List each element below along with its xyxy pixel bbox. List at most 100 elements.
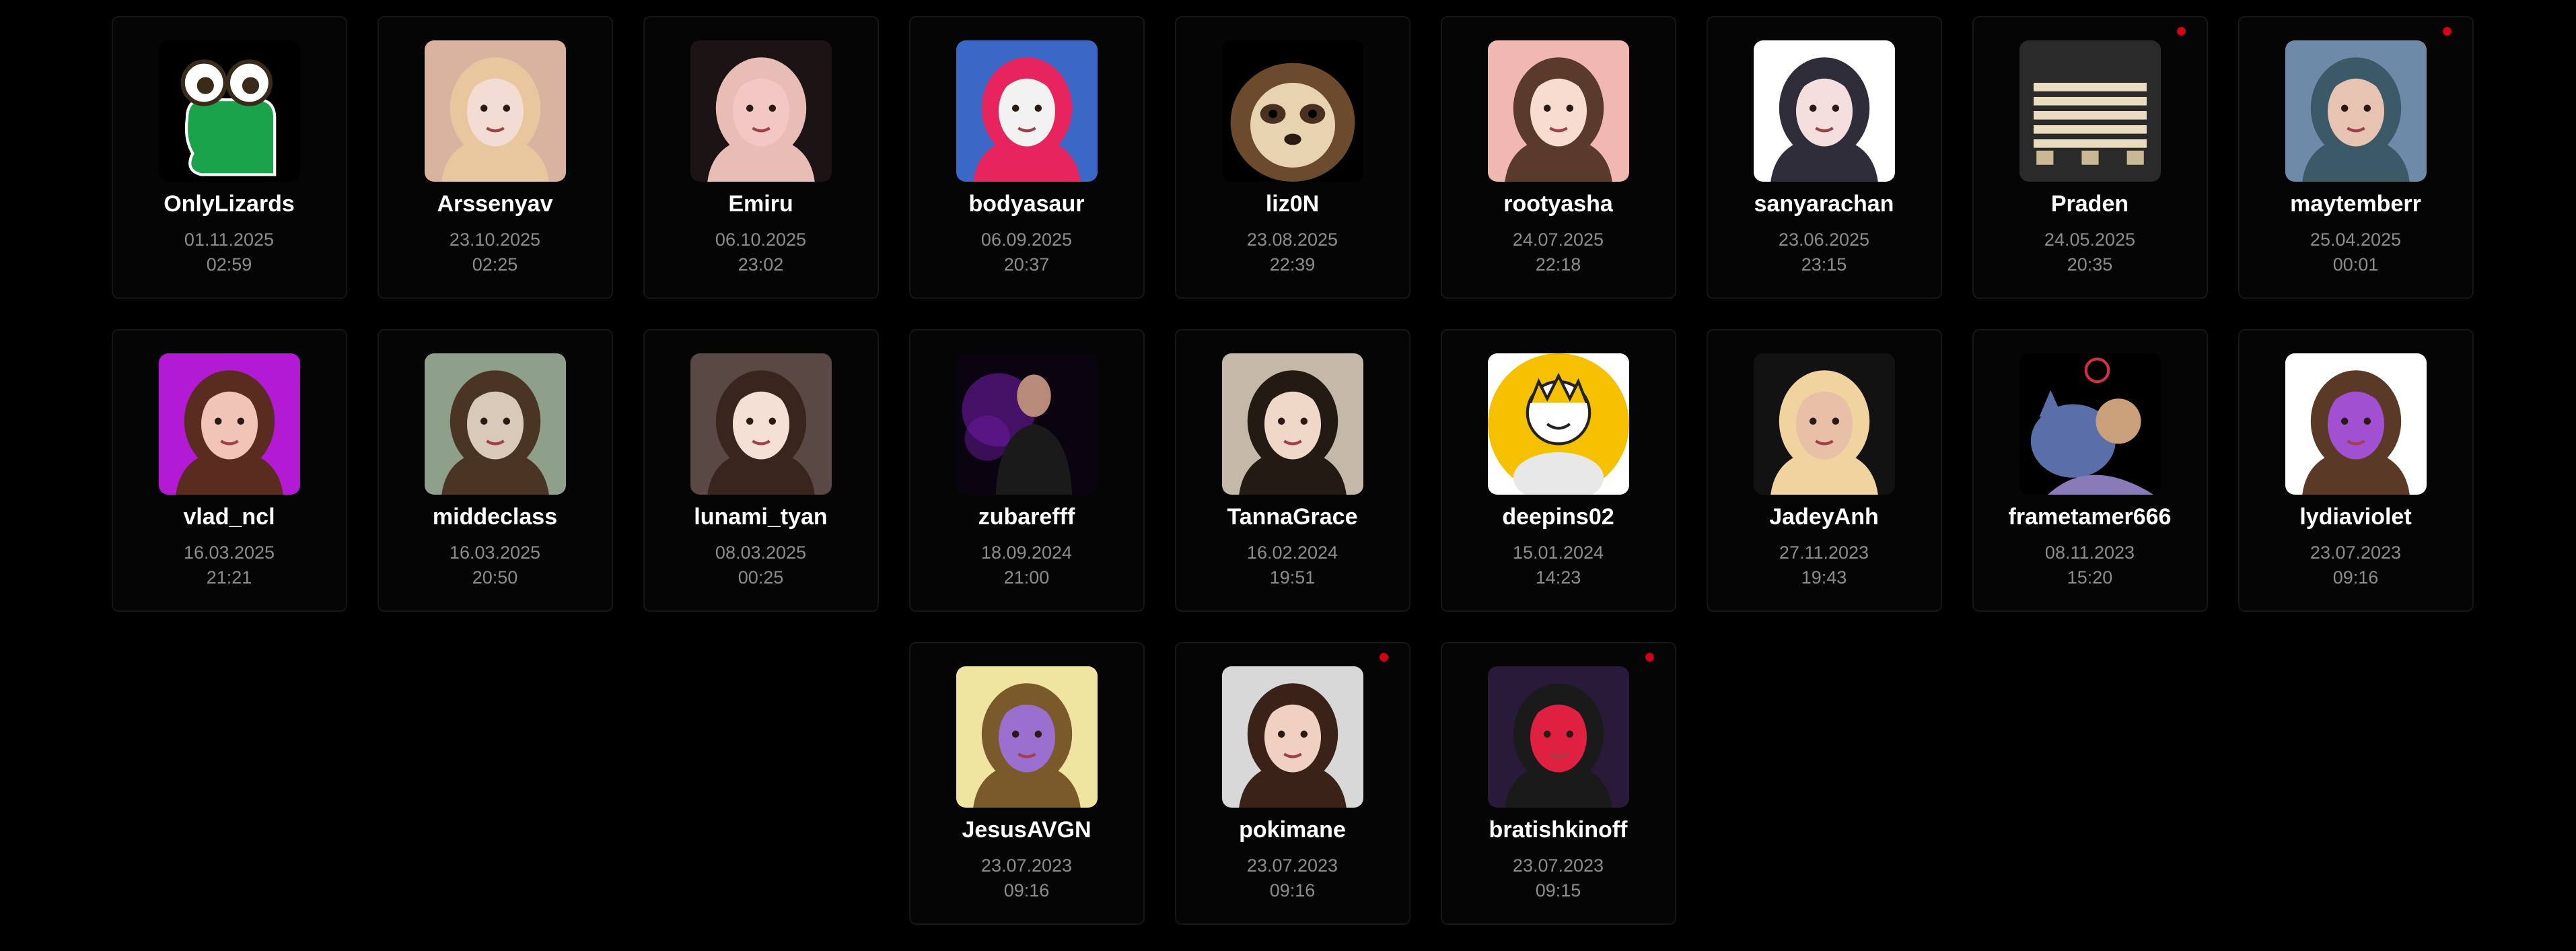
streamer-card[interactable]: middeclass 16.03.2025 20:50 [377, 329, 613, 612]
streamer-card[interactable]: Emiru 06.10.2025 23:02 [643, 16, 879, 299]
added-date: 01.11.2025 [184, 230, 275, 250]
avatar [1221, 40, 1363, 182]
added-time: 02:25 [472, 254, 518, 275]
avatar [2019, 40, 2161, 182]
streamer-name: vlad_ncl [183, 504, 275, 530]
added-time: 23:15 [1801, 254, 1847, 275]
added-time: 09:16 [2332, 567, 2379, 588]
added-time: 15:20 [2067, 567, 2113, 588]
added-date: 06.09.2025 [980, 230, 1073, 250]
streamer-card[interactable]: OnlyLizards 01.11.2025 02:59 [111, 16, 347, 299]
streamer-card[interactable]: pokimane 23.07.2023 09:16 [1174, 642, 1410, 925]
added-date: 23.07.2023 [2310, 542, 2402, 563]
streamer-name: Arssenyav [437, 191, 553, 217]
avatar [158, 353, 300, 495]
streamer-name: frametamer666 [2008, 504, 2172, 530]
added-date: 23.07.2023 [1512, 855, 1604, 876]
added-date: 16.02.2024 [1246, 542, 1338, 563]
streamer-name: lydiaviolet [2299, 504, 2412, 530]
added-time: 22:18 [1535, 254, 1581, 275]
added-time: 20:37 [1003, 254, 1050, 275]
live-indicator-dot [1645, 653, 1654, 662]
avatar [2019, 353, 2161, 495]
streamer-name: middeclass [432, 504, 558, 530]
streamer-card[interactable]: sanyarachan 23.06.2025 23:15 [1706, 16, 1942, 299]
streamer-name: Emiru [728, 191, 793, 217]
added-time: 22:39 [1269, 254, 1316, 275]
added-date: 24.05.2025 [2044, 230, 2136, 250]
streamer-name: TannaGrace [1227, 504, 1358, 530]
streamer-card[interactable]: TannaGrace 16.02.2024 19:51 [1174, 329, 1410, 612]
avatar [956, 353, 1098, 495]
streamer-card[interactable]: lydiaviolet 23.07.2023 09:16 [2238, 329, 2474, 612]
streamer-name: lunami_tyan [694, 504, 828, 530]
added-date: 24.07.2025 [1512, 230, 1604, 250]
streamer-card[interactable]: frametamer666 08.11.2023 15:20 [1972, 329, 2208, 612]
added-time: 09:16 [1003, 880, 1050, 901]
added-date: 23.08.2025 [1246, 230, 1338, 250]
added-date: 23.07.2023 [980, 855, 1073, 876]
added-date: 25.04.2025 [2310, 230, 2402, 250]
avatar [1487, 666, 1629, 808]
added-time: 09:16 [1269, 880, 1316, 901]
streamer-name: OnlyLizards [164, 191, 295, 217]
added-date: 23.07.2023 [1246, 855, 1338, 876]
added-time: 00:01 [2332, 254, 2379, 275]
added-date: 16.03.2025 [449, 542, 541, 563]
streamer-name: pokimane [1239, 817, 1346, 843]
streamer-name: deepins02 [1502, 504, 1614, 530]
streamer-name: JadeyAnh [1769, 504, 1879, 530]
added-time: 20:35 [2067, 254, 2113, 275]
streamer-name: liz0N [1265, 191, 1320, 217]
added-time: 21:00 [1003, 567, 1050, 588]
streamer-card[interactable]: maytemberr 25.04.2025 00:01 [2238, 16, 2474, 299]
avatar [956, 666, 1098, 808]
streamer-name: rootyasha [1503, 191, 1613, 217]
added-time: 20:50 [472, 567, 518, 588]
added-date: 16.03.2025 [183, 542, 275, 563]
added-time: 19:43 [1801, 567, 1847, 588]
avatar [1487, 353, 1629, 495]
avatar [2285, 353, 2427, 495]
added-date: 08.11.2023 [2044, 542, 2135, 563]
avatar [1221, 353, 1363, 495]
avatar [1221, 666, 1363, 808]
live-indicator-dot [2442, 27, 2452, 36]
added-time: 21:21 [206, 567, 252, 588]
added-date: 06.10.2025 [715, 230, 807, 250]
live-indicator-dot [1379, 653, 1388, 662]
added-time: 23:02 [738, 254, 784, 275]
added-date: 15.01.2024 [1512, 542, 1604, 563]
streamer-card[interactable]: Praden 24.05.2025 20:35 [1972, 16, 2208, 299]
live-indicator-dot [2176, 27, 2186, 36]
streamer-card[interactable]: rootyasha 24.07.2025 22:18 [1440, 16, 1676, 299]
avatar [424, 353, 566, 495]
streamer-card[interactable]: zubarefff 18.09.2024 21:00 [908, 329, 1145, 612]
avatar [690, 353, 832, 495]
streamer-card[interactable]: Arssenyav 23.10.2025 02:25 [377, 16, 613, 299]
added-time: 09:15 [1535, 880, 1581, 901]
added-date: 08.03.2025 [715, 542, 807, 563]
streamer-name: bratishkinoff [1489, 817, 1628, 843]
avatar [424, 40, 566, 182]
streamer-card[interactable]: bodyasaur 06.09.2025 20:37 [908, 16, 1145, 299]
avatar [2285, 40, 2427, 182]
added-date: 23.06.2025 [1778, 230, 1870, 250]
added-time: 02:59 [206, 254, 252, 275]
streamer-name: zubarefff [978, 504, 1075, 530]
added-time: 19:51 [1269, 567, 1316, 588]
streamer-card[interactable]: JadeyAnh 27.11.2023 19:43 [1706, 329, 1942, 612]
streamer-card[interactable]: JesusAVGN 23.07.2023 09:16 [908, 642, 1145, 925]
added-date: 23.10.2025 [449, 230, 541, 250]
streamer-card[interactable]: bratishkinoff 23.07.2023 09:15 [1440, 642, 1676, 925]
avatar [1753, 40, 1895, 182]
added-date: 27.11.2023 [1779, 542, 1869, 563]
streamer-card[interactable]: liz0N 23.08.2025 22:39 [1174, 16, 1410, 299]
added-time: 14:23 [1535, 567, 1581, 588]
streamer-card[interactable]: vlad_ncl 16.03.2025 21:21 [111, 329, 347, 612]
streamer-card[interactable]: deepins02 15.01.2024 14:23 [1440, 329, 1676, 612]
added-date: 18.09.2024 [980, 542, 1073, 563]
avatar [1487, 40, 1629, 182]
streamer-card[interactable]: lunami_tyan 08.03.2025 00:25 [643, 329, 879, 612]
streamer-name: sanyarachan [1754, 191, 1894, 217]
